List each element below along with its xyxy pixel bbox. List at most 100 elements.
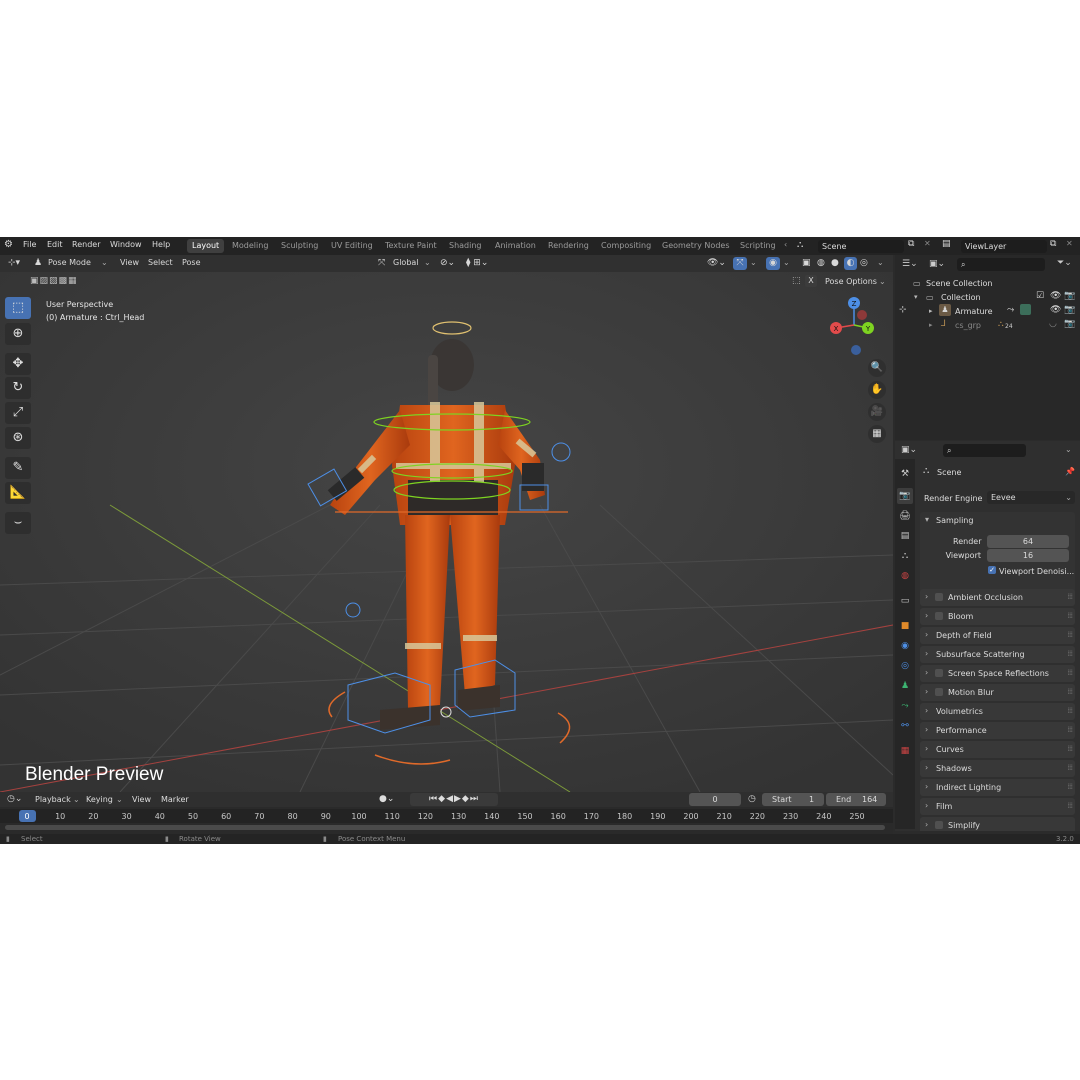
ssr-checkbox[interactable] [935,669,943,677]
cs-grp-label[interactable]: cs_grp [955,321,981,330]
annotate-tool-icon[interactable]: ✎ [5,457,31,479]
scene-selector[interactable]: Scene [818,240,904,253]
output-tab-icon[interactable]: 🖨 [899,510,911,522]
object-tab-icon[interactable]: ■ [899,620,911,632]
scene-tab-icon[interactable]: ⛬ [899,550,911,562]
menu-pose[interactable]: Pose [182,258,201,267]
xray-icon[interactable]: ▣ [802,258,811,268]
bloom-checkbox[interactable] [935,612,943,620]
drag-handle-icon[interactable]: ⁞⁞⁞ [1067,611,1073,620]
drag-handle-icon[interactable]: ⁞⁞⁞ [1067,725,1073,734]
close-icon[interactable]: ✕ [924,239,931,248]
ortho-grid-icon[interactable]: ▦ [868,425,886,443]
performance-panel[interactable]: › Performance ⁞⁞⁞ [920,722,1075,739]
3d-viewport[interactable]: ⊹▾ ♟ Pose Mode ⌄ View Select Pose ⤧ Glob… [0,255,893,792]
depth-of-field-panel[interactable]: › Depth of Field ⁞⁞⁞ [920,627,1075,644]
preview-range-icon[interactable]: ◷ [748,794,756,804]
drag-handle-icon[interactable]: ⁞⁞⁞ [1067,649,1073,658]
transform-tool-icon[interactable]: ⊛ [5,427,31,449]
pan-hand-icon[interactable]: ✋ [868,381,886,399]
snap-icon[interactable]: ⧫ ⊞⌄ [466,258,488,268]
constraint-tab-icon[interactable]: ♟ [899,680,911,692]
tab-layout[interactable]: Layout [187,239,225,253]
tab-texture-paint[interactable]: Texture Paint [380,239,442,253]
drag-handle-icon[interactable]: ⁞⁞⁞ [1067,763,1073,772]
viewport-denoise-checkbox[interactable]: ✓ [988,566,996,574]
bone-constraint-tab-icon[interactable]: ⚯ [899,720,911,732]
properties-search-input[interactable]: ⌕ [943,444,1026,457]
shading-dropdown-icon[interactable]: ⌄ [877,258,884,267]
outliner-editor-icon[interactable]: ☰⌄ [902,259,918,269]
cursor-tool-icon[interactable]: ⊕ [5,323,31,345]
collapse-sampling-icon[interactable]: ▾ [925,515,929,524]
simplify-checkbox[interactable] [935,821,943,829]
sampling-label[interactable]: Sampling [936,516,973,525]
properties-dropdown-icon[interactable]: ⌄ [1065,445,1072,454]
drag-handle-icon[interactable]: ⁞⁞⁞ [1067,706,1073,715]
selection-mode-icons[interactable]: ▣▨▧▩▦ [30,276,78,286]
gizmo-neg-z-axis[interactable] [851,345,861,355]
zoom-icon[interactable]: 🔍 [868,359,886,377]
viewport-samples-field[interactable]: 16 [987,549,1069,562]
select-box-tool-icon[interactable]: ⬚ [5,297,31,319]
tab-animation[interactable]: Animation [490,239,541,253]
tab-uv-editing[interactable]: UV Editing [326,239,378,253]
tool-tab-icon[interactable]: ⚒ [899,468,911,480]
expand-collection-icon[interactable]: ▾ [914,293,918,301]
start-frame-field[interactable]: Start 1 [762,793,824,806]
breakdowner-tool-icon[interactable]: ⌣ [5,512,31,534]
record-icon[interactable]: ●⌄ [379,794,394,804]
view-layer-tab-icon[interactable]: ▤ [899,530,911,542]
transform-affect-icon[interactable]: ⬚ [792,276,801,286]
scale-tool-icon[interactable]: ⤢ [5,402,31,424]
collection-label[interactable]: Collection [941,293,981,302]
drag-handle-icon[interactable]: ⁞⁞⁞ [1067,801,1073,810]
playback-menu[interactable]: Playback [35,795,71,804]
blender-logo-icon[interactable]: ⚙ [4,239,13,250]
tab-compositing[interactable]: Compositing [596,239,656,253]
expand-cs-grp-icon[interactable]: ▸ [929,321,933,329]
expand-armature-icon[interactable]: ▸ [929,307,933,315]
cs-hidden-icon[interactable]: ◡ [1049,319,1057,329]
material-shading-icon[interactable]: ◐ [844,257,857,270]
collection-visibility-icon[interactable]: 👁 [1050,291,1061,301]
solid-shading-icon[interactable]: ● [831,258,839,268]
outliner-search-input[interactable]: ⌕ [957,258,1045,271]
drag-handle-icon[interactable]: ⁞⁞⁞ [1067,687,1073,696]
display-mode-icon[interactable]: ▣⌄ [929,259,945,269]
wireframe-shading-icon[interactable]: ◍ [817,258,825,268]
transform-orientation-selector[interactable]: Global [393,258,419,267]
overlay-toggle-icon[interactable]: ◉ [766,257,780,270]
timeline-editor-icon[interactable]: ◷⌄ [7,794,22,804]
playback-dropdown-icon[interactable]: ⌄ [73,795,80,804]
mode-selector[interactable]: Pose Mode [48,258,91,267]
timeline-scrollbar[interactable] [5,825,885,830]
physics-tab-icon[interactable]: ◎ [899,660,911,672]
menu-help[interactable]: Help [152,240,170,249]
mode-dropdown-icon[interactable]: ⌄ [101,258,108,267]
render-tab-icon[interactable]: 📷 [899,490,911,502]
armature-render-icon[interactable]: 📷 [1064,305,1075,315]
motion-blur-panel[interactable]: › Motion Blur ⁞⁞⁞ [920,684,1075,701]
cs-render-icon[interactable]: 📷 [1064,319,1075,329]
tab-geometry-nodes[interactable]: Geometry Nodes [657,239,734,253]
rotate-tool-icon[interactable]: ↻ [5,377,31,399]
orientation-dropdown-icon[interactable]: ⌄ [424,258,431,267]
shadows-panel[interactable]: › Shadows ⁞⁞⁞ [920,760,1075,777]
texture-tab-icon[interactable]: ▦ [899,745,911,757]
move-tool-icon[interactable]: ✥ [5,353,31,375]
tab-scripting[interactable]: Scripting [735,239,781,253]
film-panel[interactable]: › Film ⁞⁞⁞ [920,798,1075,815]
collection-tab-icon[interactable]: ▭ [899,595,911,607]
menu-window[interactable]: Window [110,240,142,249]
menu-select[interactable]: Select [148,258,173,267]
editor-type-icon[interactable]: ⊹▾ [8,258,20,268]
overlay-dropdown-icon[interactable]: ⌄ [783,258,790,267]
more-tabs-icon[interactable]: ‹ [784,240,787,249]
filter-icon[interactable]: ⏷⌄ [1057,258,1072,268]
menu-view[interactable]: View [120,258,139,267]
properties-editor-icon[interactable]: ▣⌄ [901,445,917,455]
drag-handle-icon[interactable]: ⁞⁞⁞ [1067,592,1073,601]
end-frame-field[interactable]: End 164 [826,793,886,806]
visibility-icon[interactable]: 👁⌄ [707,258,726,268]
